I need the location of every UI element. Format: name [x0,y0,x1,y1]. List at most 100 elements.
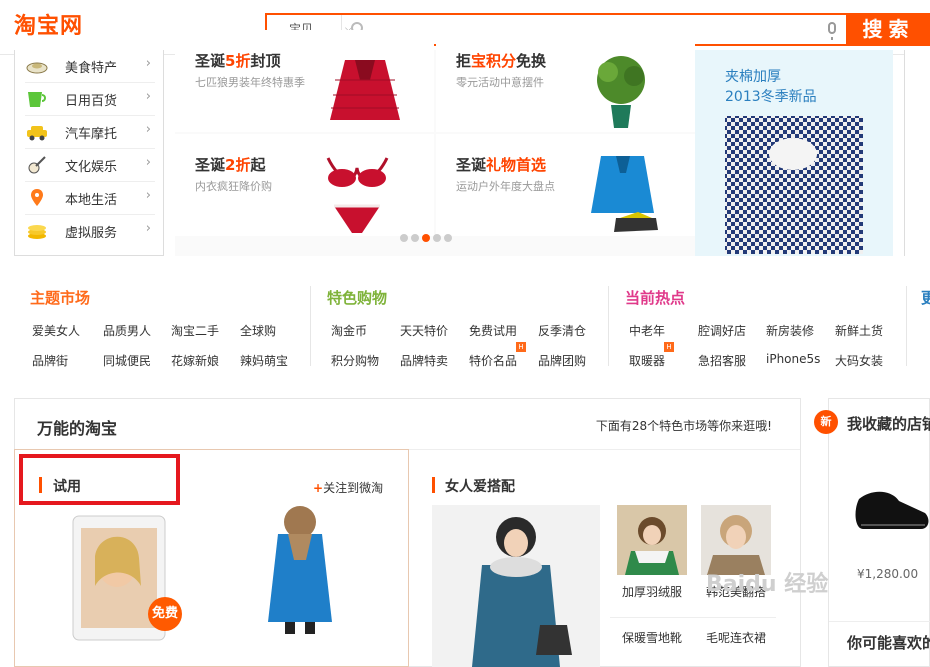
cup-icon [28,92,46,107]
carousel-dot[interactable] [433,234,441,242]
banner-cell-subtitle: 七匹狼男装年终特惠季 [195,76,305,89]
market-link[interactable]: 辣妈萌宝 [240,352,288,369]
market-link[interactable]: 品牌特卖 [400,352,448,369]
market-link[interactable]: 天天特价 [400,322,448,339]
market-link[interactable]: 全球购 [240,322,276,339]
market-link[interactable]: 腔调好店 [698,322,746,339]
promo-carousel[interactable]: 圣诞5折封顶 七匹狼男装年终特惠季 拒宝积分免换 零元活动中意摆件 圣诞2折起 … [175,30,695,256]
market-heading[interactable]: 特色购物 [327,287,387,308]
category-item-food[interactable]: 美食特产 › [25,50,155,83]
women-outfit-label: 女人爱搭配 [445,479,515,495]
category-item-virtual[interactable]: 虚拟服务 › [25,215,155,248]
category-item-local[interactable]: 本地生活 › [25,182,155,215]
market-link[interactable]: 新鲜土货 [835,322,883,339]
market-link[interactable]: 积分购物 [331,352,379,369]
category-item-culture[interactable]: 文化娱乐 › [25,149,155,182]
leather-shoe-image[interactable] [851,459,930,549]
market-link[interactable]: 品质男人 [103,322,151,339]
market-link[interactable]: 花嫁新娘 [171,352,219,369]
banner-cell-title: 圣诞礼物首选 [456,156,547,174]
carousel-dot-active[interactable] [422,234,430,242]
outdoor-jacket-image [591,156,658,232]
section-title: 万能的淘宝 [37,419,118,438]
market-link[interactable]: 爱美女人 [32,322,80,339]
favorite-shops-panel: 新 我收藏的店铺 ¥1,280.00 你可能喜欢的 [814,398,930,667]
outfit-item-label[interactable]: 加厚羽绒服 [612,583,692,600]
food-icon [26,62,48,74]
highlight-box [19,454,180,505]
banner-cell-title: 圣诞5折封顶 [195,52,281,70]
microphone-icon[interactable] [828,22,836,40]
market-column-hot: 当前热点 中老年 腔调好店 新房装修 新鲜土货 取暖器 H 急招客服 iPhon… [609,276,905,376]
banner-cell-title: 圣诞2折起 [195,156,266,174]
free-badge: 免费 [148,597,182,631]
recommend-title: 你可能喜欢的 [847,634,930,652]
market-heading[interactable]: 当前热点 [625,287,685,308]
outfit-main-image[interactable] [432,505,600,667]
category-label: 汽车摩托 [65,127,118,142]
market-link[interactable]: 同城便民 [103,352,151,369]
chevron-right-icon: › [145,155,151,170]
banner-cell[interactable]: 拒宝积分免换 零元活动中意摆件 [436,30,695,132]
market-heading[interactable]: 更 [921,287,930,308]
category-item-auto[interactable]: 汽车摩托 › [25,116,155,149]
taobao-logo[interactable]: 淘宝网 [14,8,83,40]
hot-badge: H [516,342,526,352]
market-column-feature: 特色购物 淘金币 天天特价 免费试用 反季清仓 积分购物 品牌特卖 特价名品 H… [311,276,607,376]
search-button[interactable]: 搜索 [847,13,930,46]
market-link[interactable]: 中老年 [629,322,665,339]
outfit-item-label[interactable]: 毛呢连衣裙 [696,629,776,646]
outfit-item-label[interactable]: 保暖雪地靴 [612,629,692,646]
market-link[interactable]: 品牌团购 [538,352,586,369]
category-menu: 美食特产 › 日用百货 › 汽车摩托 › 文化娱乐 › 本地生活 › 虚拟服务 … [14,50,164,256]
market-link[interactable]: 大码女装 [835,352,883,369]
market-link[interactable]: 特价名品 [469,352,517,369]
guitar-icon [28,156,46,174]
carousel-dot[interactable] [444,234,452,242]
favorites-title[interactable]: 我收藏的店铺 [847,413,930,434]
category-label: 美食特产 [65,61,118,76]
section-marker [432,477,435,493]
right-panel-edge [904,50,930,256]
chevron-right-icon: › [145,221,151,236]
banner-cell[interactable]: 圣诞5折封顶 七匹狼男装年终特惠季 [175,30,434,132]
banner-cell[interactable]: 圣诞2折起 内衣疯狂降价购 [175,134,434,236]
new-badge: 新 [814,410,838,434]
lingerie-image [326,157,389,233]
location-pin-icon [31,189,43,206]
divider [829,621,930,622]
chevron-right-icon: › [145,89,151,104]
market-strip: 主题市场 爱美女人 品质男人 淘宝二手 全球购 品牌街 同城便民 花嫁新娘 辣妈… [14,276,930,376]
market-link[interactable]: 反季清仓 [538,322,586,339]
outfit-thumb-image[interactable] [617,505,687,575]
chevron-right-icon: › [145,188,151,203]
carousel-dot[interactable] [400,234,408,242]
follow-weitao-link[interactable]: +关注到微淘 [313,479,383,496]
more-markets-link[interactable]: 下面有28个特色市场等你来逛哦! [596,417,772,434]
car-icon [27,126,47,141]
market-link[interactable]: 淘宝二手 [171,322,219,339]
chevron-right-icon: › [145,122,151,137]
carousel-dots[interactable] [400,231,455,245]
market-link[interactable]: iPhone5s [766,352,820,366]
banner-cell-subtitle: 运动户外年度大盘点 [456,180,555,193]
quilt-image [725,116,863,254]
blue-coat-image [268,506,332,634]
market-column-more: 更 [905,276,930,376]
market-link[interactable]: 新房装修 [766,322,814,339]
market-heading[interactable]: 主题市场 [30,287,90,308]
outfit-thumb-image[interactable] [701,505,771,575]
product-price: ¥1,280.00 [857,567,919,581]
market-link[interactable]: 品牌街 [32,352,68,369]
carousel-dot[interactable] [411,234,419,242]
market-column-theme: 主题市场 爱美女人 品质男人 淘宝二手 全球购 品牌街 同城便民 花嫁新娘 辣妈… [14,276,310,376]
market-link[interactable]: 急招客服 [698,352,746,369]
market-link[interactable]: 淘金币 [331,322,367,339]
category-item-daily[interactable]: 日用百货 › [25,83,155,116]
market-link[interactable]: 免费试用 [469,322,517,339]
market-link[interactable]: 取暖器 [629,352,665,369]
banner-cell-subtitle: 内衣疯狂降价购 [195,180,272,193]
category-label: 日用百货 [65,94,118,109]
promo-panel[interactable]: 夹棉加厚 2013冬季新品 [695,50,893,256]
banner-cell[interactable]: 圣诞礼物首选 运动户外年度大盘点 [436,134,695,236]
